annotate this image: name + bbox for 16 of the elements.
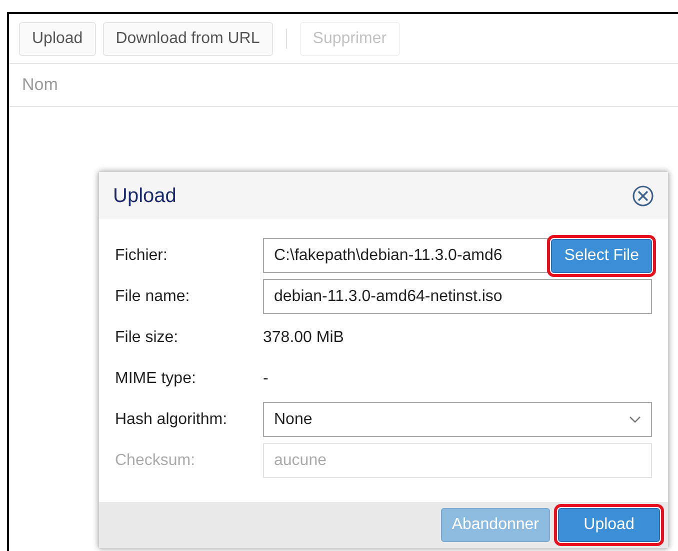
field-value: - bbox=[263, 368, 268, 388]
field-label: File name: bbox=[115, 286, 191, 306]
toolbar-button[interactable]: Upload bbox=[19, 22, 96, 56]
chevron-down-icon bbox=[629, 416, 641, 423]
file-path-field[interactable]: C:\fakepath\debian-11.3.0-amd6 bbox=[263, 238, 548, 273]
field-label: File size: bbox=[115, 328, 180, 348]
field-label: Checksum: bbox=[115, 450, 196, 470]
field-value: 378.00 MiB bbox=[263, 328, 344, 348]
field-label: MIME type: bbox=[115, 368, 197, 388]
field-label: Hash algorithm: bbox=[115, 410, 228, 430]
input-field[interactable]: debian-11.3.0-amd64-netinst.iso bbox=[263, 279, 652, 314]
toolbar-button[interactable]: Download from URL bbox=[102, 22, 273, 56]
field-label: Fichier: bbox=[115, 246, 168, 266]
hash-dropdown[interactable]: None bbox=[263, 402, 652, 437]
dialog-title: Upload bbox=[113, 184, 176, 208]
close-icon[interactable] bbox=[632, 184, 654, 206]
